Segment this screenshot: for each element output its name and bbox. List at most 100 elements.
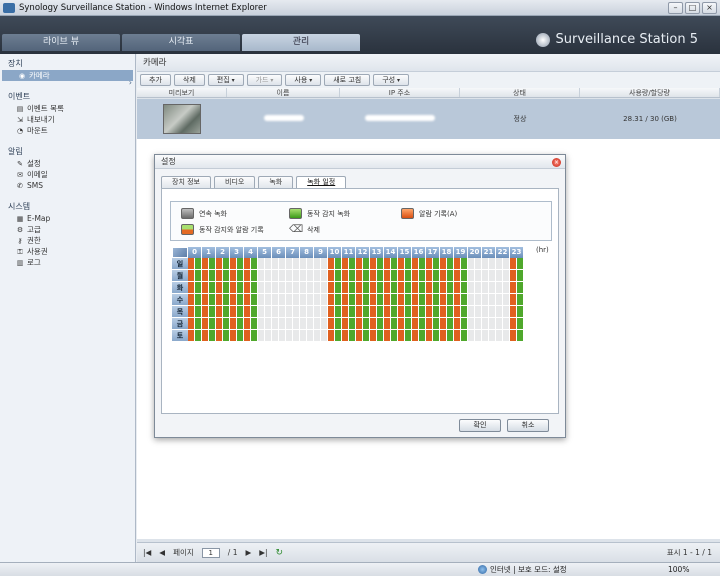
day-label[interactable]: 목 (172, 306, 188, 318)
hour-header-15[interactable]: 15 (398, 247, 412, 258)
schedule-cell[interactable] (496, 258, 510, 270)
schedule-cell[interactable] (216, 306, 230, 318)
schedule-cell[interactable] (510, 258, 524, 270)
ok-button[interactable]: 확인 (459, 419, 501, 432)
schedule-cell[interactable] (356, 306, 370, 318)
schedule-cell[interactable] (468, 306, 482, 318)
schedule-cell[interactable] (188, 282, 202, 294)
schedule-cell[interactable] (300, 330, 314, 342)
schedule-cell[interactable] (230, 258, 244, 270)
schedule-cell[interactable] (510, 270, 524, 282)
schedule-cell[interactable] (314, 306, 328, 318)
schedule-cell[interactable] (258, 294, 272, 306)
schedule-cell[interactable] (398, 270, 412, 282)
toolbar-button-2[interactable]: 편집 (207, 74, 244, 86)
dialog-close-icon[interactable]: × (552, 158, 561, 167)
schedule-cell[interactable] (440, 294, 454, 306)
schedule-cell[interactable] (244, 282, 258, 294)
refresh-icon[interactable]: ↻ (276, 548, 284, 558)
schedule-cell[interactable] (468, 330, 482, 342)
hour-header-10[interactable]: 10 (328, 247, 342, 258)
schedule-cell[interactable] (510, 306, 524, 318)
schedule-cell[interactable] (426, 270, 440, 282)
zoom-level[interactable]: 100% (668, 565, 689, 574)
schedule-cell[interactable] (426, 282, 440, 294)
schedule-cell[interactable] (468, 294, 482, 306)
schedule-cell[interactable] (454, 270, 468, 282)
schedule-cell[interactable] (230, 306, 244, 318)
schedule-cell[interactable] (342, 306, 356, 318)
day-label[interactable]: 화 (172, 282, 188, 294)
sidebar-item-3-4[interactable]: ▥ 로그 (0, 257, 135, 268)
schedule-cell[interactable] (328, 282, 342, 294)
schedule-cell[interactable] (482, 282, 496, 294)
schedule-cell[interactable] (314, 270, 328, 282)
legend-item-2[interactable]: 알람 기록(A) (401, 208, 457, 219)
sidebar-item-3-1[interactable]: ⚙ 고급 (0, 224, 135, 235)
page-input[interactable]: 1 (201, 547, 220, 558)
schedule-cell[interactable] (300, 282, 314, 294)
schedule-cell[interactable] (496, 306, 510, 318)
schedule-cell[interactable] (370, 270, 384, 282)
schedule-cell[interactable] (244, 258, 258, 270)
schedule-cell[interactable] (370, 294, 384, 306)
schedule-cell[interactable] (286, 294, 300, 306)
schedule-cell[interactable] (244, 270, 258, 282)
hour-header-0[interactable]: 0 (188, 247, 202, 258)
schedule-cell[interactable] (314, 294, 328, 306)
schedule-cell[interactable] (370, 306, 384, 318)
hour-header-14[interactable]: 14 (384, 247, 398, 258)
schedule-cell[interactable] (398, 318, 412, 330)
schedule-cell[interactable] (426, 306, 440, 318)
legend-item-3[interactable]: 동작 감지와 알람 기록 (181, 224, 264, 235)
schedule-cell[interactable] (454, 294, 468, 306)
schedule-cell[interactable] (230, 294, 244, 306)
schedule-cell[interactable] (370, 330, 384, 342)
column-header-0[interactable]: 미리보기 (137, 88, 227, 97)
schedule-cell[interactable] (286, 318, 300, 330)
schedule-cell[interactable] (496, 294, 510, 306)
schedule-cell[interactable] (440, 270, 454, 282)
schedule-cell[interactable] (188, 294, 202, 306)
schedule-cell[interactable] (468, 318, 482, 330)
schedule-cell[interactable] (398, 330, 412, 342)
hour-header-20[interactable]: 20 (468, 247, 482, 258)
schedule-cell[interactable] (412, 270, 426, 282)
cancel-button[interactable]: 취소 (507, 419, 549, 432)
close-window-button[interactable]: × (702, 1, 717, 14)
dialog-tab-2[interactable]: 녹화 (258, 176, 294, 188)
schedule-cell[interactable] (510, 282, 524, 294)
table-row[interactable]: 정상 28.31 / 30 (GB) (137, 99, 720, 139)
schedule-cell[interactable] (300, 270, 314, 282)
schedule-cell[interactable] (342, 258, 356, 270)
schedule-cell[interactable] (426, 258, 440, 270)
schedule-cell[interactable] (440, 306, 454, 318)
schedule-cell[interactable] (496, 318, 510, 330)
schedule-cell[interactable] (356, 282, 370, 294)
schedule-cell[interactable] (496, 282, 510, 294)
schedule-cell[interactable] (482, 258, 496, 270)
sidebar-item-3-0[interactable]: ▦ E-Map (0, 213, 135, 224)
schedule-cell[interactable] (258, 330, 272, 342)
schedule-cell[interactable] (258, 306, 272, 318)
schedule-cell[interactable] (272, 318, 286, 330)
schedule-cell[interactable] (426, 294, 440, 306)
schedule-cell[interactable] (412, 282, 426, 294)
schedule-cell[interactable] (244, 330, 258, 342)
sidebar-item-0-0[interactable]: ◉ 카메라 (2, 70, 133, 81)
schedule-cell[interactable] (342, 294, 356, 306)
schedule-cell[interactable] (482, 306, 496, 318)
hour-header-13[interactable]: 13 (370, 247, 384, 258)
hour-header-2[interactable]: 2 (216, 247, 230, 258)
maximize-button[interactable]: □ (685, 1, 700, 14)
tab-0[interactable]: 라이브 뷰 (2, 34, 120, 51)
minimize-button[interactable]: – (668, 1, 683, 14)
toolbar-button-4[interactable]: 사용 (285, 74, 322, 86)
tab-2[interactable]: 관리 (242, 34, 360, 51)
schedule-cell[interactable] (412, 306, 426, 318)
sidebar-item-2-1[interactable]: ✉ 이메일 (0, 169, 135, 180)
schedule-cell[interactable] (384, 282, 398, 294)
legend-item-4[interactable]: ⌫ 삭제 (289, 224, 320, 235)
schedule-cell[interactable] (384, 318, 398, 330)
schedule-cell[interactable] (202, 258, 216, 270)
